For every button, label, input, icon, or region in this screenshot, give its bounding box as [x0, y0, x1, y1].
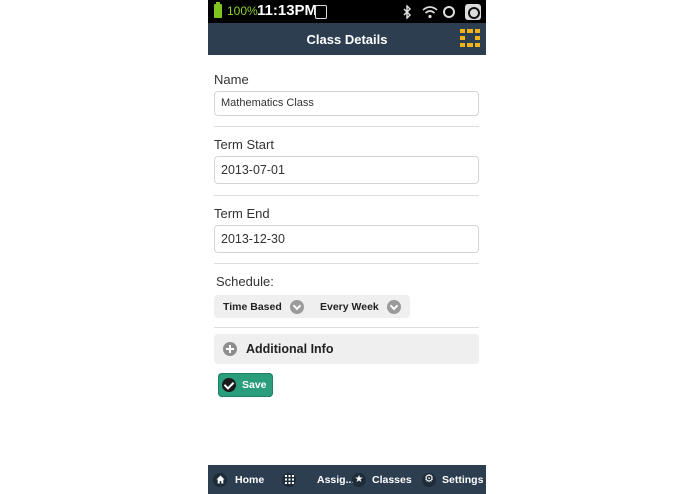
schedule-type-select[interactable]: Time Based — [223, 295, 304, 318]
schedule-label: Schedule: — [216, 274, 274, 289]
battery-percentage: 100% — [227, 4, 258, 18]
chevron-down-icon — [386, 299, 401, 314]
plus-icon — [223, 342, 237, 356]
nav-label-home: Home — [235, 473, 265, 486]
nav-item-settings[interactable]: ⚙ Settings — [422, 465, 483, 494]
divider — [214, 263, 479, 264]
camera-icon — [464, 3, 482, 20]
status-bar: 100% 11:13PM — [208, 0, 486, 23]
nav-item-classes[interactable]: ★ Classes — [352, 465, 412, 494]
save-label: Save — [242, 379, 267, 391]
nav-label-assignments: Assig... — [317, 473, 355, 486]
divider — [214, 126, 479, 127]
check-icon — [222, 378, 236, 392]
chevron-down-icon — [289, 299, 304, 314]
divider — [214, 195, 479, 196]
grid-menu-icon[interactable] — [460, 28, 480, 48]
name-label: Name — [214, 72, 249, 87]
nav-item-home[interactable]: Home — [213, 465, 264, 494]
divider — [214, 327, 479, 328]
additional-info-collapsible[interactable]: Additional Info — [214, 334, 479, 364]
term-start-label: Term Start — [214, 137, 274, 152]
nav-label-settings: Settings — [442, 473, 484, 486]
app-header: Class Details — [208, 23, 486, 55]
bluetooth-icon — [401, 3, 413, 20]
alarm-icon — [441, 3, 457, 20]
nav-item-assignments[interactable]: Assig... — [282, 465, 354, 494]
battery-icon — [214, 2, 222, 18]
schedule-type-value: Time Based — [223, 300, 282, 313]
phone-screen: 100% 11:13PM Class Details Name Mathemat… — [208, 0, 486, 494]
additional-info-label: Additional Info — [246, 342, 334, 356]
term-start-input[interactable]: 2013-07-01 — [214, 156, 479, 184]
home-icon — [213, 472, 227, 487]
usb-icon — [313, 3, 329, 20]
term-end-input[interactable]: 2013-12-30 — [214, 225, 479, 253]
term-end-label: Term End — [214, 206, 270, 221]
status-time: 11:13PM — [257, 2, 318, 19]
wifi-icon — [422, 3, 438, 20]
page-title: Class Details — [306, 32, 388, 47]
schedule-frequency-select[interactable]: Every Week — [320, 295, 401, 318]
schedule-frequency-value: Every Week — [320, 300, 379, 313]
grid-icon — [282, 472, 296, 487]
schedule-selector-group: Time Based Every Week — [214, 295, 410, 318]
bottom-nav: Home Assig... ★ Classes ⚙ Settings — [208, 465, 486, 494]
star-icon: ★ — [352, 472, 366, 487]
name-input[interactable]: Mathematics Class — [214, 91, 479, 116]
save-button[interactable]: Save — [218, 373, 273, 397]
gear-icon: ⚙ — [422, 472, 436, 487]
nav-label-classes: Classes — [372, 473, 412, 486]
